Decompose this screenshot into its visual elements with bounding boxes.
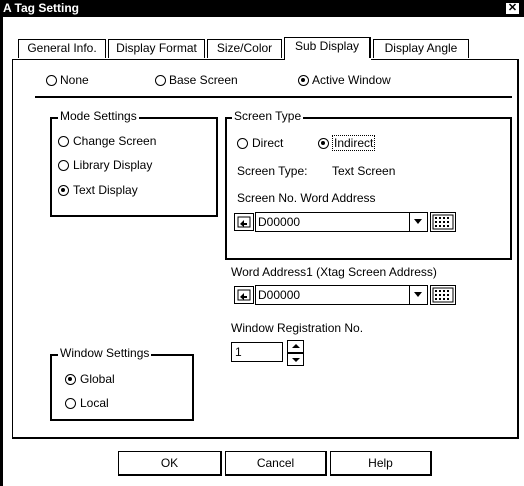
- window-registration-input[interactable]: 1: [231, 342, 283, 362]
- radio-local[interactable]: [65, 398, 76, 409]
- screen-type-title: Screen Type: [232, 109, 304, 123]
- tab-general-info[interactable]: General Info.: [18, 39, 106, 58]
- radio-base-screen-label: Base Screen: [169, 73, 238, 87]
- radio-direct[interactable]: [237, 138, 248, 149]
- address-picker-icon: [237, 289, 251, 301]
- window-registration-value: 1: [235, 345, 242, 359]
- cancel-button[interactable]: Cancel: [225, 451, 327, 476]
- tab-label: Display Angle: [384, 41, 458, 55]
- radio-library-display-label: Library Display: [73, 158, 153, 172]
- tab-display-format[interactable]: Display Format: [108, 39, 205, 58]
- close-button[interactable]: ✕: [505, 2, 520, 15]
- radio-none-label: None: [60, 73, 89, 87]
- radio-base-screen[interactable]: [155, 75, 166, 86]
- screen-word-address-dropdown[interactable]: D00000: [255, 212, 428, 232]
- word-address1-value: D00000: [258, 288, 301, 302]
- window-registration-label: Window Registration No.: [231, 321, 364, 335]
- tab-sub-display[interactable]: Sub Display: [284, 37, 371, 59]
- tab-label: Sub Display: [294, 39, 360, 53]
- address-picker-button[interactable]: [234, 213, 254, 231]
- screen-type-value: Text Screen: [332, 164, 396, 178]
- radio-indirect[interactable]: [318, 138, 329, 149]
- mode-settings-title: Mode Settings: [58, 109, 139, 123]
- radio-change-screen-label: Change Screen: [73, 134, 157, 148]
- chevron-down-icon[interactable]: [409, 286, 427, 304]
- radio-indirect-label: Indirect: [332, 135, 376, 151]
- radio-global-label: Global: [80, 372, 115, 386]
- radio-text-display[interactable]: [58, 185, 69, 196]
- chevron-down-icon[interactable]: [409, 213, 427, 231]
- keypad-button-2[interactable]: [430, 285, 456, 305]
- radio-active-window[interactable]: [298, 75, 309, 86]
- tab-label: Display Format: [116, 41, 197, 55]
- spin-down-button[interactable]: [287, 353, 304, 366]
- spin-up-button[interactable]: [287, 340, 304, 353]
- tab-size-color[interactable]: Size/Color: [207, 39, 282, 58]
- active-tab-connector: [285, 58, 371, 61]
- radio-text-display-label: Text Display: [73, 183, 138, 197]
- separator-line: [35, 96, 512, 98]
- word-address1-label: Word Address1 (Xtag Screen Address): [231, 265, 437, 279]
- tab-label: Size/Color: [216, 41, 273, 55]
- radio-direct-label: Direct: [252, 136, 284, 150]
- screen-type-label: Screen Type:: [237, 164, 308, 178]
- window-settings-group: [50, 354, 194, 421]
- radio-none[interactable]: [46, 75, 57, 86]
- address-picker-icon: [237, 216, 251, 228]
- window-settings-title: Window Settings: [58, 346, 152, 360]
- screen-word-address-value: D00000: [258, 215, 301, 229]
- word-address1-dropdown[interactable]: D00000: [255, 285, 428, 305]
- keypad-icon: [432, 287, 454, 303]
- tab-display-angle[interactable]: Display Angle: [373, 39, 469, 58]
- help-button[interactable]: Help: [330, 451, 432, 476]
- radio-change-screen[interactable]: [58, 136, 69, 147]
- address1-picker-button[interactable]: [234, 286, 254, 304]
- keypad-icon: [432, 214, 454, 230]
- keypad-button[interactable]: [430, 212, 456, 232]
- screen-no-word-address-label: Screen No. Word Address: [237, 191, 376, 205]
- radio-active-window-label: Active Window: [312, 73, 391, 87]
- tab-label: General Info.: [27, 41, 97, 55]
- close-icon: ✕: [507, 2, 518, 14]
- radio-local-label: Local: [80, 396, 109, 410]
- ok-button[interactable]: OK: [118, 451, 222, 476]
- window-title: A Tag Setting: [3, 1, 79, 15]
- radio-global[interactable]: [65, 374, 76, 385]
- radio-library-display[interactable]: [58, 160, 69, 171]
